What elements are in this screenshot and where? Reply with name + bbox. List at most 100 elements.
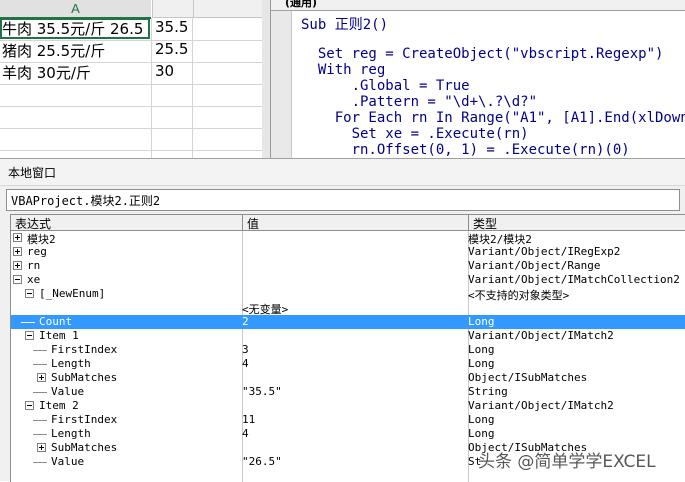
tree-row[interactable]: SubMatches Object/ISubMatches bbox=[11, 371, 685, 385]
tree-branch-line bbox=[33, 462, 47, 463]
row-expression: Length bbox=[51, 357, 91, 370]
cell-a3[interactable]: 羊肉 30元/斤 bbox=[2, 62, 150, 84]
expand-icon[interactable] bbox=[37, 373, 46, 382]
tree-row[interactable]: Item 1 Variant/Object/IMatch2 bbox=[11, 329, 685, 343]
row-expression: Length bbox=[51, 427, 91, 440]
code-line[interactable]: Set reg = CreateObject("vbscript.Regexp"… bbox=[301, 46, 685, 62]
tree-row[interactable]: Value "35.5" String bbox=[11, 385, 685, 399]
row-expression: rn bbox=[27, 259, 41, 272]
tree-branch-line bbox=[33, 434, 47, 435]
window-splitter[interactable] bbox=[262, 0, 270, 158]
locals-window: 本地窗口 VBAProject.模块2.正则2 表达式 值 类型 模块2 模块2… bbox=[0, 158, 685, 482]
tree-row[interactable]: [_NewEnum] <不支持的对象类型> bbox=[11, 287, 685, 302]
row-value: 3 bbox=[242, 343, 249, 356]
tree-branch-line bbox=[33, 350, 47, 351]
tree-row[interactable]: Item 2 Variant/Object/IMatch2 bbox=[11, 399, 685, 413]
cell-b2[interactable]: 25.5 bbox=[155, 40, 191, 62]
tree-branch-line bbox=[33, 420, 47, 421]
cell-grid: 牛肉 35.5元/斤 26.5 35.5 猪肉 25.5元/斤 25.5 羊肉 … bbox=[0, 18, 262, 158]
row-type: Variant/Object/IRegExp2 bbox=[468, 245, 621, 258]
row-type: Variant/Object/Range bbox=[468, 259, 601, 272]
column-header-c[interactable] bbox=[193, 0, 262, 18]
row-expression: 模块2 bbox=[27, 233, 56, 246]
row-expression: SubMatches bbox=[51, 441, 118, 454]
sheet-row bbox=[0, 106, 262, 129]
collapse-icon[interactable] bbox=[13, 275, 22, 284]
row-expression: Value bbox=[51, 385, 85, 398]
row-value: 11 bbox=[242, 413, 256, 426]
locals-context-bar[interactable]: VBAProject.模块2.正则2 bbox=[6, 189, 680, 211]
collapse-icon[interactable] bbox=[25, 401, 34, 410]
code-line[interactable]: .Pattern = "\d+\.?\d?" bbox=[301, 94, 685, 110]
code-line[interactable]: With reg bbox=[301, 62, 685, 78]
collapse-icon[interactable] bbox=[25, 331, 34, 340]
tree-row-selected[interactable]: Count 2 Long bbox=[11, 315, 685, 329]
row-expression: Item 1 bbox=[39, 329, 79, 342]
sheet-row bbox=[0, 128, 262, 151]
column-header-type[interactable]: 类型 bbox=[469, 215, 685, 231]
column-header-expression[interactable]: 表达式 bbox=[11, 215, 243, 231]
tree-row[interactable]: FirstIndex 3 Long bbox=[11, 343, 685, 357]
code-line[interactable]: .Global = True bbox=[301, 78, 685, 94]
sheet-row bbox=[0, 84, 262, 107]
expand-icon[interactable] bbox=[13, 247, 22, 256]
cell-b1[interactable]: 35.5 bbox=[155, 18, 191, 40]
row-value: "35.5" bbox=[242, 385, 282, 398]
tree-row[interactable]: <无变量> bbox=[11, 301, 685, 316]
locals-title-bar[interactable]: 本地窗口 bbox=[0, 159, 685, 186]
tree-branch-line bbox=[33, 364, 47, 365]
expand-icon[interactable] bbox=[13, 233, 22, 242]
tree-row[interactable]: rn Variant/Object/Range bbox=[11, 259, 685, 273]
row-value: 4 bbox=[242, 427, 249, 440]
tree-row[interactable]: FirstIndex 11 Long bbox=[11, 413, 685, 427]
expand-icon[interactable] bbox=[13, 261, 22, 270]
code-window[interactable]: (通用) Sub 正则2() Set reg = CreateObject("v… bbox=[270, 0, 685, 158]
row-expression: FirstIndex bbox=[51, 343, 118, 356]
column-header-value[interactable]: 值 bbox=[243, 215, 469, 231]
row-expression: Count bbox=[39, 315, 73, 328]
row-expression: FirstIndex bbox=[51, 413, 118, 426]
code-object-dropdown-label: (通用) bbox=[285, 0, 318, 9]
row-expression: xe bbox=[27, 273, 41, 286]
code-editor[interactable]: Sub 正则2() Set reg = CreateObject("vbscri… bbox=[301, 14, 685, 158]
tree-row[interactable]: xe Variant/Object/IMatchCollection2 bbox=[11, 273, 685, 287]
row-type: Long bbox=[468, 315, 495, 328]
tree-branch-line bbox=[33, 392, 47, 393]
tree-row[interactable]: 模块2 模块2/模块2 bbox=[11, 231, 685, 246]
tree-row[interactable]: reg Variant/Object/IRegExp2 bbox=[11, 245, 685, 259]
row-value: "26.5" bbox=[242, 455, 282, 468]
code-line[interactable]: For Each rn In Range("A1", [A1].End(xlDo… bbox=[301, 110, 685, 126]
expand-icon[interactable] bbox=[37, 443, 46, 452]
sheet-row: 猪肉 25.5元/斤 25.5 bbox=[0, 40, 262, 63]
row-expression: reg bbox=[27, 245, 47, 258]
row-expression: SubMatches bbox=[51, 371, 118, 384]
row-type: Object/ISubMatches bbox=[468, 371, 588, 384]
column-header-b[interactable] bbox=[152, 0, 193, 18]
row-type: Long bbox=[468, 343, 495, 356]
row-type: String bbox=[468, 385, 508, 398]
selected-cell-outline bbox=[0, 18, 150, 39]
row-expression: [_NewEnum] bbox=[39, 287, 106, 300]
code-line[interactable]: Set xe = .Execute(rn) bbox=[301, 126, 685, 142]
tree-row[interactable]: Length 4 Long bbox=[11, 427, 685, 441]
column-header-a-label: A bbox=[71, 1, 80, 16]
code-object-dropdown[interactable]: (通用) bbox=[271, 0, 685, 11]
row-expression: Item 2 bbox=[39, 399, 79, 412]
row-type: Long bbox=[468, 357, 495, 370]
row-type: Variant/Object/IMatch2 bbox=[468, 399, 614, 412]
column-header-a[interactable]: A bbox=[0, 0, 151, 19]
cell-a2[interactable]: 猪肉 25.5元/斤 bbox=[2, 40, 150, 62]
collapse-icon[interactable] bbox=[25, 289, 34, 298]
row-type: Variant/Object/IMatchCollection2 bbox=[468, 273, 680, 286]
code-line[interactable]: rn.Offset(0, 1) = .Execute(rn)(0) bbox=[301, 142, 685, 158]
cell-b3[interactable]: 30 bbox=[155, 62, 191, 84]
code-line[interactable]: Sub 正则2() bbox=[301, 14, 685, 33]
row-value: 2 bbox=[242, 315, 249, 328]
locals-context-label: VBAProject.模块2.正则2 bbox=[11, 194, 161, 208]
watermark: 头条 @简单学学EXCEL bbox=[478, 452, 656, 472]
code-margin[interactable] bbox=[271, 11, 292, 158]
excel-sheet: A 牛肉 35.5元/斤 26.5 35.5 猪肉 25.5元/斤 25.5 羊… bbox=[0, 0, 262, 158]
tree-row[interactable]: Length 4 Long bbox=[11, 357, 685, 371]
tree-branch-line bbox=[21, 322, 35, 323]
row-type: Variant/Object/IMatch2 bbox=[468, 329, 614, 342]
